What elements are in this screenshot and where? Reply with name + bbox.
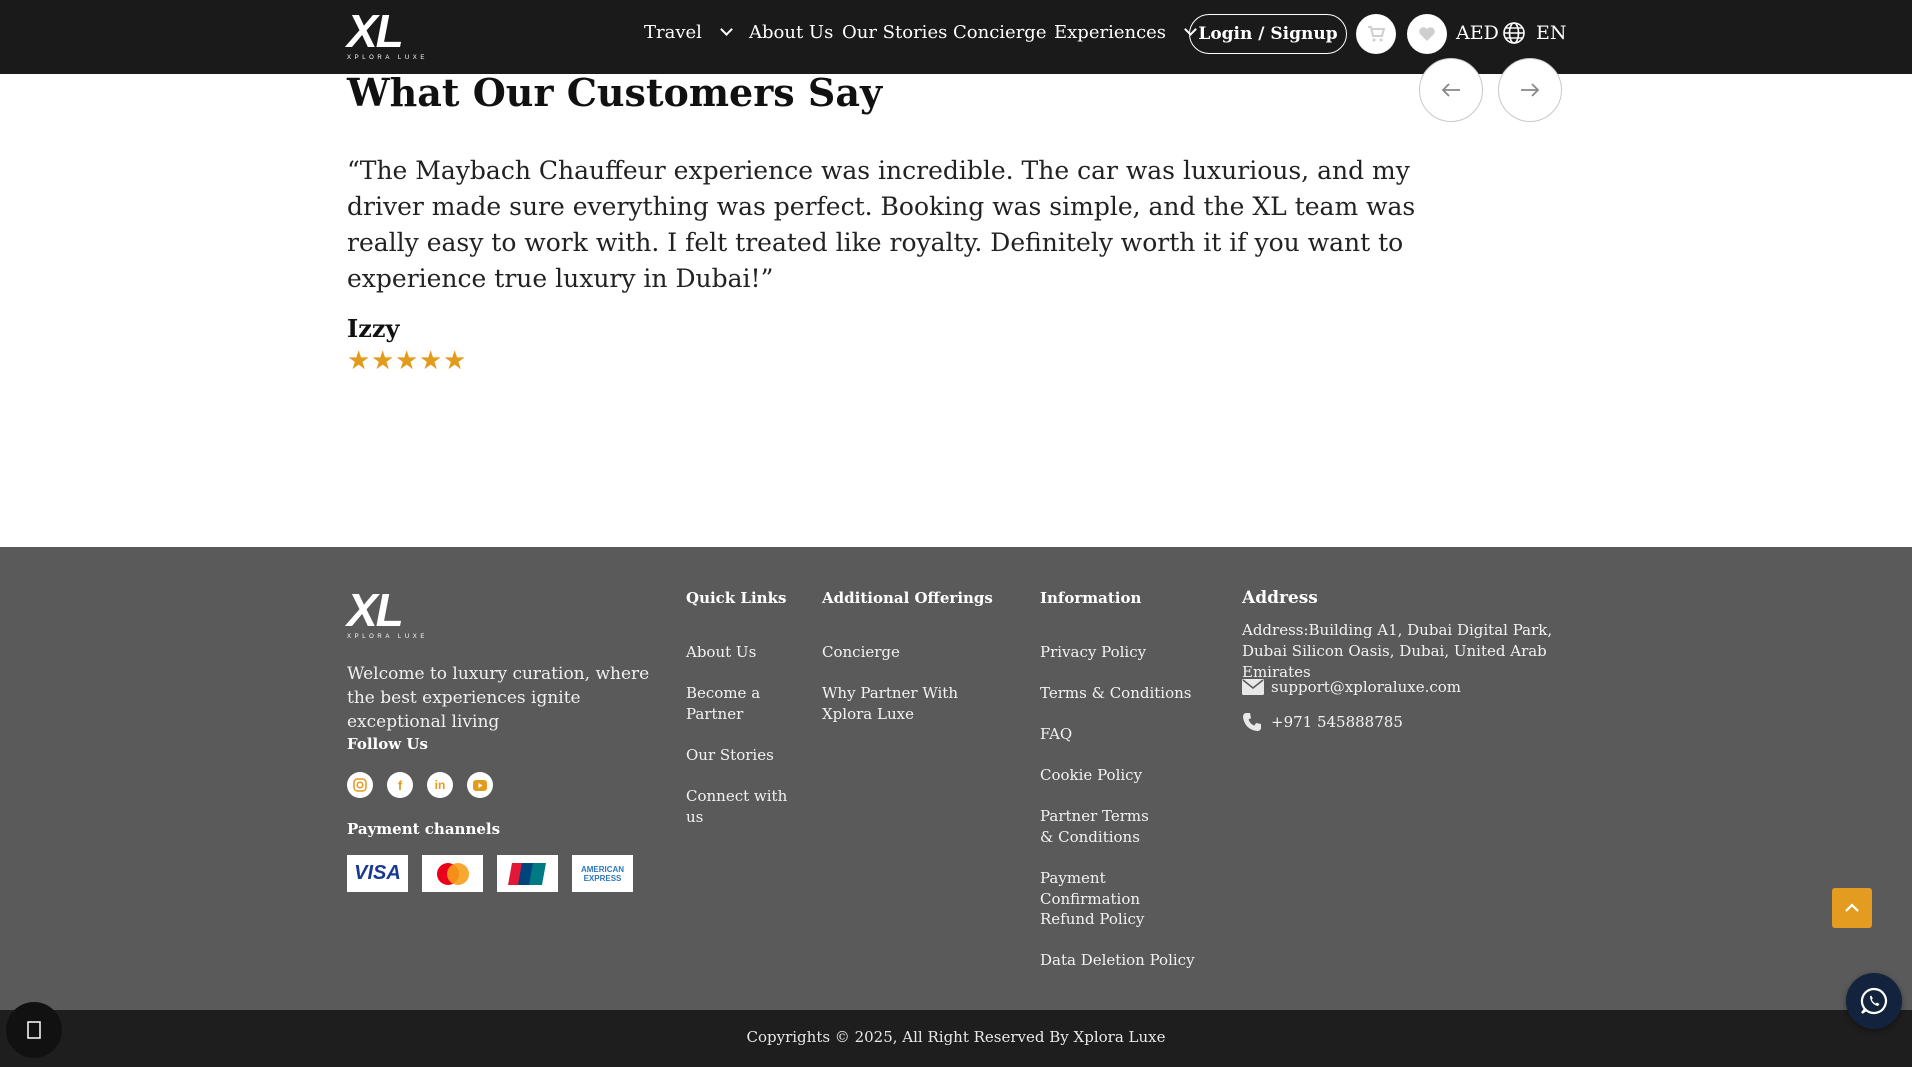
star-icon: ★ (371, 346, 395, 376)
cart-icon (1368, 26, 1385, 42)
star-icon: ★ (443, 346, 467, 376)
star-rating: ★ ★ ★ ★ ★ (347, 348, 467, 374)
footer-link-payment-confirmation[interactable]: Payment Confirmation (1040, 868, 1210, 910)
copyright-text: Copyrights © 2025, All Right Reserved By… (746, 1028, 1166, 1046)
cart-button[interactable] (1356, 14, 1396, 54)
footer-logo[interactable]: XL XPLORA LUXE (347, 587, 428, 641)
prev-testimonial-button[interactable] (1419, 58, 1483, 122)
nav-travel[interactable]: Travel (644, 22, 733, 43)
nav-about-us[interactable]: About Us (749, 22, 833, 43)
globe-icon[interactable] (1502, 21, 1526, 49)
footer-link-faq[interactable]: FAQ (1040, 724, 1210, 745)
arrow-left-icon (1441, 83, 1460, 97)
phone-icon (1242, 712, 1264, 732)
address-heading: Address (1242, 588, 1318, 608)
footer-link-about-us[interactable]: About Us (686, 642, 806, 663)
footer-link-connect[interactable]: Connect with us (686, 786, 806, 828)
footer-link-refund[interactable]: Refund Policy (1040, 909, 1210, 930)
footer-link-partner-terms[interactable]: Partner Terms & Conditions (1040, 806, 1160, 848)
address-text: Address:Building A1, Dubai Digital Park,… (1242, 621, 1553, 681)
whatsapp-icon (1860, 987, 1888, 1015)
mail-icon (1242, 679, 1264, 695)
language-selector[interactable]: EN (1536, 22, 1567, 44)
phone-text: +971 545888785 (1271, 713, 1403, 731)
chevron-up-icon (1845, 903, 1859, 912)
scroll-to-top-button[interactable] (1832, 888, 1872, 928)
nav-experiences-label: Experiences (1054, 22, 1167, 43)
nav-travel-label: Travel (644, 22, 702, 43)
cookie-settings-button[interactable] (6, 1002, 62, 1058)
testimonial-quote: “The Maybach Chauffeur experience was in… (347, 156, 1416, 293)
header-logo[interactable]: XL XPLORA LUXE (347, 8, 428, 62)
information-heading: Information (1040, 589, 1142, 607)
footer-link-become-partner[interactable]: Become a Partner (686, 683, 776, 725)
payment-channels-label: Payment channels (347, 820, 501, 838)
next-testimonial-button[interactable] (1498, 58, 1562, 122)
footer-link-our-stories[interactable]: Our Stories (686, 745, 806, 766)
wishlist-button[interactable] (1407, 14, 1447, 54)
footer-link-terms[interactable]: Terms & Conditions (1040, 683, 1210, 704)
mastercard-logo (422, 855, 483, 892)
site-footer: XL XPLORA LUXE Welcome to luxury curatio… (0, 547, 1912, 1010)
star-icon: ★ (395, 346, 419, 376)
testimonials-title: What Our Customers Say (347, 70, 883, 115)
footer-link-concierge[interactable]: Concierge (822, 642, 1002, 663)
visa-logo: VISA (347, 855, 408, 892)
nav-about-us-label: About Us (749, 22, 834, 43)
facebook-icon[interactable]: f (387, 772, 413, 798)
arrow-right-icon (1521, 83, 1540, 97)
whatsapp-button[interactable] (1846, 973, 1902, 1029)
login-signup-button[interactable]: Login / Signup (1189, 14, 1347, 54)
unionpay-logo (497, 855, 558, 892)
footer-link-cookie[interactable]: Cookie Policy (1040, 765, 1210, 786)
nav-our-stories[interactable]: Our Stories (842, 22, 947, 43)
star-icon: ★ (347, 346, 371, 376)
chevron-down-icon (720, 23, 733, 36)
footer-link-privacy[interactable]: Privacy Policy (1040, 642, 1210, 663)
currency-selector[interactable]: AED (1456, 22, 1499, 44)
phone-contact[interactable]: +971 545888785 (1242, 712, 1403, 732)
additional-offerings-heading: Additional Offerings (822, 589, 993, 607)
youtube-icon[interactable] (467, 772, 493, 798)
footer-tagline: Welcome to luxury curation, where the be… (347, 664, 650, 732)
heart-icon (1419, 27, 1435, 41)
cookie-icon (27, 1021, 41, 1039)
follow-us-label: Follow Us (347, 735, 428, 753)
amex-logo: AMERICAN EXPRESS (572, 855, 633, 892)
quick-links-heading: Quick Links (686, 589, 787, 607)
instagram-icon[interactable] (347, 772, 373, 798)
email-text: support@xploraluxe.com (1271, 678, 1462, 696)
logo-mark: XL (347, 5, 404, 57)
linkedin-icon[interactable]: in (427, 772, 453, 798)
logo-mark: XL (347, 584, 404, 636)
star-icon: ★ (419, 346, 443, 376)
logo-subtext: XPLORA LUXE (347, 55, 428, 61)
logo-subtext: XPLORA LUXE (347, 634, 428, 640)
nav-concierge[interactable]: Concierge (953, 22, 1046, 43)
email-contact[interactable]: support@xploraluxe.com (1242, 678, 1461, 696)
footer-link-why-partner[interactable]: Why Partner With Xplora Luxe (822, 683, 1002, 725)
testimonial-author: Izzy (347, 314, 400, 343)
nav-experiences[interactable]: Experiences (1054, 22, 1197, 43)
site-header: XL XPLORA LUXE Travel About Us Our Stori… (0, 0, 1912, 74)
nav-concierge-label: Concierge (953, 22, 1047, 43)
footer-link-data-deletion[interactable]: Data Deletion Policy (1040, 950, 1210, 971)
nav-our-stories-label: Our Stories (842, 22, 948, 43)
